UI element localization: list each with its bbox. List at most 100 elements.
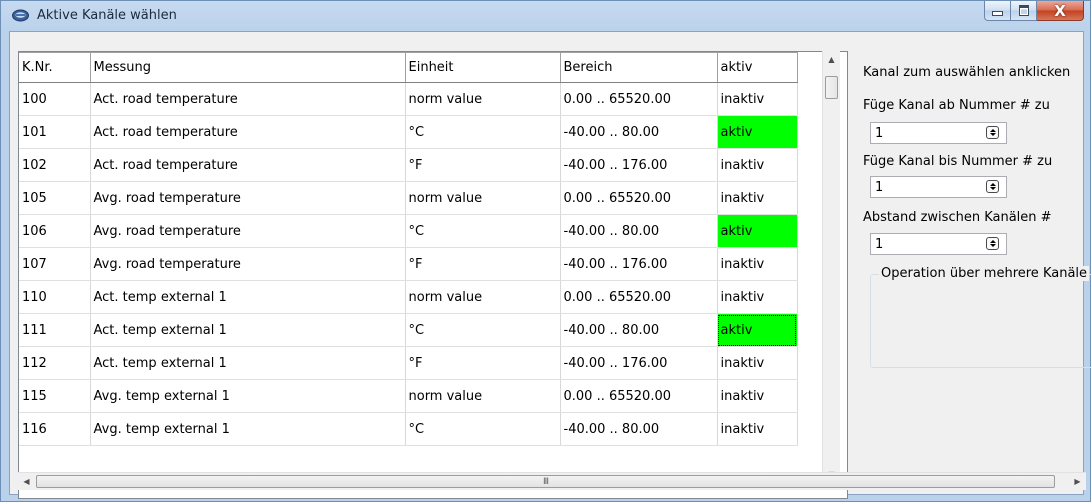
table-body: 100 Act. road temperature norm value 0.00 .… bbox=[19, 82, 798, 446]
cell-bereich: 0.00 .. 65520.00 bbox=[559, 181, 718, 215]
cell-aktiv[interactable]: inaktiv bbox=[716, 148, 798, 182]
from-channel-stepper[interactable]: 1 bbox=[870, 122, 1007, 144]
maximize-button[interactable] bbox=[1011, 1, 1037, 21]
close-button[interactable]: X bbox=[1037, 1, 1084, 21]
step-stepper[interactable]: 1 bbox=[870, 233, 1007, 255]
spin-updown-icon[interactable] bbox=[986, 237, 999, 250]
cell-bereich: -40.00 .. 80.00 bbox=[559, 412, 718, 446]
cell-aktiv[interactable]: inaktiv bbox=[716, 346, 798, 380]
app-icon bbox=[12, 9, 29, 22]
cell-aktiv[interactable]: inaktiv bbox=[716, 412, 798, 446]
table-row[interactable]: 112 Act. temp external 1 °F -40.00 .. 176.0… bbox=[19, 346, 798, 380]
step-label: Abstand zwischen Kanälen # bbox=[863, 210, 1052, 225]
table-row[interactable]: 102 Act. road temperature °F -40.00 .. 176.… bbox=[19, 148, 798, 182]
close-icon: X bbox=[1054, 1, 1066, 20]
cell-bereich: -40.00 .. 80.00 bbox=[559, 115, 718, 149]
col-header-aktiv[interactable]: aktiv bbox=[716, 52, 798, 83]
cell-messung: Act. road temperature bbox=[89, 82, 406, 116]
cell-aktiv[interactable]: aktiv bbox=[716, 313, 798, 347]
hint-label: Kanal zum auswählen anklicken bbox=[863, 65, 1071, 80]
spin-updown-icon[interactable] bbox=[986, 180, 999, 193]
col-header-messung[interactable]: Messung bbox=[89, 52, 406, 83]
cell-bereich: 0.00 .. 65520.00 bbox=[559, 280, 718, 314]
minimize-icon bbox=[992, 11, 1003, 16]
cell-nr: 116 bbox=[19, 412, 91, 446]
cell-bereich: 0.00 .. 65520.00 bbox=[559, 82, 718, 116]
cell-einheit: °C bbox=[404, 115, 561, 149]
cell-messung: Act. temp external 1 bbox=[89, 346, 406, 380]
client-area: K.Nr. Messung Einheit Bereich aktiv 100 A… bbox=[9, 31, 1091, 499]
cell-aktiv[interactable]: inaktiv bbox=[716, 181, 798, 215]
table-row[interactable]: 105 Avg. road temperature norm value 0.00 .… bbox=[19, 181, 798, 215]
channel-table: K.Nr. Messung Einheit Bereich aktiv 100 A… bbox=[19, 52, 798, 446]
channel-grid[interactable]: K.Nr. Messung Einheit Bereich aktiv 100 A… bbox=[18, 51, 848, 499]
cell-messung: Act. road temperature bbox=[89, 115, 406, 149]
cell-messung: Avg. road temperature bbox=[89, 214, 406, 248]
cell-aktiv[interactable]: inaktiv bbox=[716, 82, 798, 116]
table-row[interactable]: 107 Avg. road temperature °F -40.00 .. 176.… bbox=[19, 247, 798, 281]
cell-messung: Avg. road temperature bbox=[89, 181, 406, 215]
maximize-icon bbox=[1018, 5, 1029, 16]
table-row[interactable]: 115 Avg. temp external 1 norm value 0.00 ..… bbox=[19, 379, 798, 413]
table-row[interactable]: 101 Act. road temperature °C -40.00 .. 80.0… bbox=[19, 115, 798, 149]
cell-einheit: °F bbox=[404, 148, 561, 182]
cell-aktiv[interactable]: inaktiv bbox=[716, 247, 798, 281]
cell-einheit: °C bbox=[404, 412, 561, 446]
vertical-scroll-thumb[interactable] bbox=[825, 76, 838, 99]
cell-einheit: norm value bbox=[404, 379, 561, 413]
cell-bereich: -40.00 .. 176.00 bbox=[559, 247, 718, 281]
scroll-right-icon[interactable]: ▶ bbox=[1069, 473, 1086, 490]
scroll-up-icon[interactable]: ▲ bbox=[823, 51, 840, 68]
cell-aktiv[interactable]: inaktiv bbox=[716, 379, 798, 413]
cell-messung: Avg. road temperature bbox=[89, 247, 406, 281]
caption-buttons: X bbox=[984, 1, 1084, 23]
cell-einheit: °F bbox=[404, 247, 561, 281]
to-channel-value: 1 bbox=[875, 180, 884, 195]
cell-nr: 101 bbox=[19, 115, 91, 149]
cell-einheit: °C bbox=[404, 313, 561, 347]
header-row: K.Nr. Messung Einheit Bereich aktiv bbox=[19, 52, 798, 83]
col-header-nr[interactable]: K.Nr. bbox=[19, 52, 91, 83]
cell-nr: 115 bbox=[19, 379, 91, 413]
window-title: Aktive Kanäle wählen bbox=[37, 8, 177, 23]
cell-aktiv[interactable]: aktiv bbox=[716, 115, 798, 149]
cell-bereich: -40.00 .. 176.00 bbox=[559, 346, 718, 380]
cell-nr: 100 bbox=[19, 82, 91, 116]
col-header-bereich[interactable]: Bereich bbox=[559, 52, 718, 83]
cell-nr: 106 bbox=[19, 214, 91, 248]
cell-aktiv[interactable]: aktiv bbox=[716, 214, 798, 248]
cell-einheit: norm value bbox=[404, 181, 561, 215]
from-channel-label: Füge Kanal ab Nummer # zu bbox=[863, 98, 1050, 113]
step-value: 1 bbox=[875, 237, 884, 252]
cell-bereich: -40.00 .. 80.00 bbox=[559, 313, 718, 347]
cell-einheit: norm value bbox=[404, 82, 561, 116]
cell-nr: 110 bbox=[19, 280, 91, 314]
cell-einheit: °C bbox=[404, 214, 561, 248]
table-row[interactable]: 111 Act. temp external 1 °C -40.00 .. 80.00… bbox=[19, 313, 798, 347]
cell-messung: Avg. temp external 1 bbox=[89, 412, 406, 446]
to-channel-stepper[interactable]: 1 bbox=[870, 176, 1007, 198]
col-header-einheit[interactable]: Einheit bbox=[404, 52, 561, 83]
table-row[interactable]: 100 Act. road temperature norm value 0.00 .… bbox=[19, 82, 798, 116]
cell-bereich: -40.00 .. 80.00 bbox=[559, 214, 718, 248]
horizontal-scrollbar[interactable]: ◀ III ▶ bbox=[18, 472, 1086, 490]
title-bar[interactable]: Aktive Kanäle wählen X bbox=[1, 1, 1090, 31]
minimize-button[interactable] bbox=[984, 1, 1011, 21]
scroll-left-icon[interactable]: ◀ bbox=[18, 473, 35, 490]
vertical-scrollbar[interactable]: ▲ ▼ bbox=[822, 51, 840, 483]
cell-aktiv[interactable]: inaktiv bbox=[716, 280, 798, 314]
horizontal-scroll-thumb[interactable]: III bbox=[36, 475, 1055, 488]
group-title: Operation über mehrere Kanäle bbox=[879, 266, 1090, 281]
cell-nr: 107 bbox=[19, 247, 91, 281]
cell-einheit: norm value bbox=[404, 280, 561, 314]
cell-nr: 102 bbox=[19, 148, 91, 182]
cell-messung: Act. temp external 1 bbox=[89, 313, 406, 347]
from-channel-value: 1 bbox=[875, 126, 884, 141]
table-row[interactable]: 110 Act. temp external 1 norm value 0.00 ..… bbox=[19, 280, 798, 314]
cell-messung: Avg. temp external 1 bbox=[89, 379, 406, 413]
table-row[interactable]: 116 Avg. temp external 1 °C -40.00 .. 80.00… bbox=[19, 412, 798, 446]
cell-bereich: -40.00 .. 176.00 bbox=[559, 148, 718, 182]
multi-channel-group: Operation über mehrere Kanäle bbox=[870, 266, 1091, 368]
spin-updown-icon[interactable] bbox=[986, 126, 999, 139]
table-row[interactable]: 106 Avg. road temperature °C -40.00 .. 80.0… bbox=[19, 214, 798, 248]
